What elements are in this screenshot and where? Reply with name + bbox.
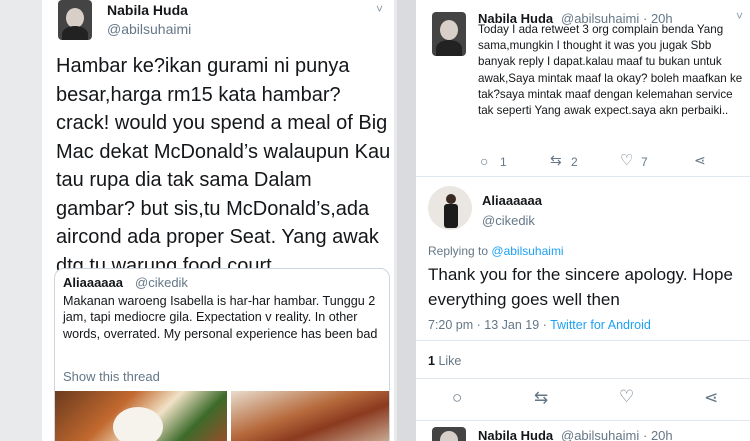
- author-handle[interactable]: @cikedik: [482, 213, 535, 228]
- show-thread-link[interactable]: Show this thread: [63, 369, 160, 384]
- tweet-text: Thank you for the sincere apology. Hope …: [428, 265, 733, 309]
- reply-icon[interactable]: ○: [452, 388, 462, 408]
- quoted-author-name: Aliaaaaaa: [63, 275, 123, 290]
- tweet-text: Today I ada retweet 3 org complain benda…: [478, 23, 743, 118]
- separator: [416, 176, 750, 177]
- rice-dome: [113, 407, 163, 441]
- author-handle[interactable]: @abilsuhaimi: [107, 21, 191, 37]
- chevron-down-icon[interactable]: ˅: [376, 2, 383, 16]
- avatar[interactable]: [432, 12, 466, 56]
- retweet-icon[interactable]: ⇆: [550, 152, 562, 169]
- divider: [397, 0, 416, 441]
- author-name[interactable]: Nabila Huda: [478, 428, 553, 441]
- quoted-text: Makanan waroeng Isabella is har-har hamb…: [63, 294, 378, 341]
- timestamp[interactable]: 7:20 pm · 13 Jan 19 ·: [428, 318, 550, 332]
- retweet-icon[interactable]: ⇆: [534, 388, 548, 408]
- food-photo-2[interactable]: [231, 391, 389, 441]
- avatar[interactable]: [58, 0, 92, 40]
- right-screenshot: Nabila Huda @abilsuhaimi · 20h ˅ Today I…: [416, 0, 750, 441]
- chevron-down-icon[interactable]: ˅: [736, 9, 743, 23]
- separator: [416, 420, 750, 421]
- reply-icon[interactable]: ○: [480, 153, 488, 169]
- avatar[interactable]: [428, 186, 472, 230]
- replying-to-handle[interactable]: @abilsuhaimi: [491, 244, 563, 258]
- share-icon[interactable]: ⋖: [694, 152, 706, 169]
- separator: [416, 378, 750, 379]
- replying-to-label: Replying to: [428, 244, 489, 258]
- tweet-text: Hambar ke?ikan gurami ni punya besar,har…: [56, 55, 391, 277]
- author-name[interactable]: Aliaaaaaa: [482, 193, 542, 208]
- retweet-count: 2: [571, 155, 578, 169]
- likes-label: Like: [438, 354, 462, 368]
- like-icon[interactable]: ♡: [620, 151, 633, 169]
- quoted-tweet[interactable]: Aliaaaaaa @cikedik Makanan waroeng Isabe…: [54, 268, 390, 441]
- tweet-meta: 7:20 pm · 13 Jan 19 · Twitter for Androi…: [428, 318, 651, 332]
- source-app[interactable]: Twitter for Android: [550, 318, 651, 332]
- tweet-time[interactable]: · 20h: [643, 428, 673, 441]
- separator: [416, 340, 750, 341]
- tweet-card: Nabila Huda @abilsuhaimi ˅ Hambar ke?ika…: [42, 0, 394, 441]
- like-icon[interactable]: ♡: [619, 387, 634, 407]
- share-icon[interactable]: ⋖: [704, 388, 718, 408]
- left-screenshot: Nabila Huda @abilsuhaimi ˅ Hambar ke?ika…: [0, 0, 397, 441]
- likes-row[interactable]: 1 Like: [428, 354, 461, 368]
- likes-count: 1: [428, 354, 435, 368]
- avatar[interactable]: [432, 427, 466, 441]
- author-handle[interactable]: @abilsuhaimi: [561, 428, 639, 441]
- like-count: 7: [641, 155, 648, 169]
- author-name[interactable]: Nabila Huda: [107, 2, 188, 18]
- replying-to: Replying to @abilsuhaimi: [428, 244, 564, 258]
- reply-count: 1: [500, 155, 507, 169]
- quoted-author-handle: @cikedik: [135, 275, 188, 290]
